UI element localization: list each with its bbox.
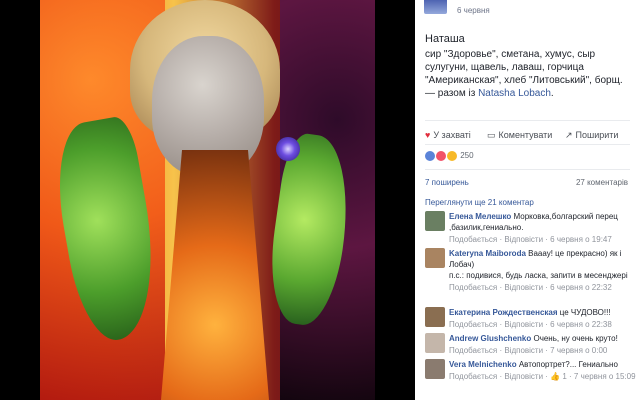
comment-meta[interactable]: Подобається · Відповісти · 7 червня о 0:… <box>449 345 630 356</box>
post-actions: ♥ У захваті ▭ Коментувати ↗ Поширити <box>425 130 630 142</box>
author-avatar[interactable] <box>424 0 447 14</box>
divider-top <box>425 120 630 121</box>
comment-author[interactable]: Елена Мелешко <box>449 212 511 221</box>
comment-avatar[interactable] <box>425 359 445 379</box>
share-label: Поширити <box>575 130 619 140</box>
divider-reactions <box>425 169 630 170</box>
like-reaction-icon <box>425 151 435 161</box>
post-title: Наташа <box>425 33 465 45</box>
comment-avatar[interactable] <box>425 307 445 327</box>
wow-reaction-icon <box>447 151 457 161</box>
heart-icon: ♥ <box>425 130 431 140</box>
comment-icon: ▭ <box>487 130 496 140</box>
comment-avatar[interactable] <box>425 333 445 353</box>
post-sidebar: 6 червня Наташа сир "Здоровье", сметана,… <box>415 0 640 400</box>
view-more-comments[interactable]: Переглянути ще 21 коментар <box>425 198 534 207</box>
comment-meta[interactable]: Подобається · Відповісти · 6 червня о 22… <box>449 282 630 293</box>
like-label: У захваті <box>433 130 471 140</box>
post-description-main: сир "Здоровье", сметана, хумус, сыр сулу… <box>425 49 623 86</box>
love-reaction-icon <box>436 151 446 161</box>
tagged-user-link[interactable]: Natasha Lobach <box>478 88 551 99</box>
reactions-count: 250 <box>460 151 474 161</box>
post-header: 6 червня <box>415 0 640 20</box>
post-photo[interactable] <box>40 0 375 400</box>
post-time[interactable]: 6 червня <box>457 6 490 15</box>
comment-author[interactable]: Andrew Glushchenko <box>449 334 531 343</box>
like-button[interactable]: ♥ У захваті <box>425 130 471 140</box>
comment-author[interactable]: Kateryna Maiboroda <box>449 249 526 258</box>
comment-button[interactable]: ▭ Коментувати <box>487 130 552 141</box>
comment-text: Автопортрет?... Гениально <box>518 360 618 369</box>
comment-label: Коментувати <box>498 130 553 140</box>
post-description-suffix: — разом із <box>425 88 479 99</box>
comment-avatar[interactable] <box>425 248 445 268</box>
comments-count[interactable]: 27 коментарів <box>576 178 628 187</box>
share-button[interactable]: ↗ Поширити <box>565 130 618 141</box>
reactions-row[interactable]: 250 <box>425 151 474 165</box>
post-description: сир "Здоровье", сметана, хумус, сыр сулу… <box>425 48 630 100</box>
post-description-end: . <box>550 88 554 99</box>
divider-actions <box>425 144 630 145</box>
share-icon: ↗ <box>565 130 573 140</box>
comment-meta[interactable]: Подобається · Відповісти · 6 червня о 22… <box>449 319 630 330</box>
comment-text-extra: п.с.: подивися, будь ласка, запити в мес… <box>449 271 628 280</box>
comment-author[interactable]: Vera Melnichenko <box>449 360 517 369</box>
comment-meta[interactable]: Подобається · Відповісти · 👍 1 · 7 червн… <box>449 371 636 382</box>
comment-meta[interactable]: Подобається · Відповісти · 6 червня о 19… <box>449 234 630 245</box>
comment-text: Очень, ну очень круто! <box>533 334 618 343</box>
comment-text: це ЧУДОВО!!! <box>559 308 611 317</box>
post-photo-panel <box>0 0 415 400</box>
comment-avatar[interactable] <box>425 211 445 231</box>
comment-author[interactable]: Екатерина Рождественская <box>449 308 558 317</box>
flower-accent <box>276 137 300 161</box>
